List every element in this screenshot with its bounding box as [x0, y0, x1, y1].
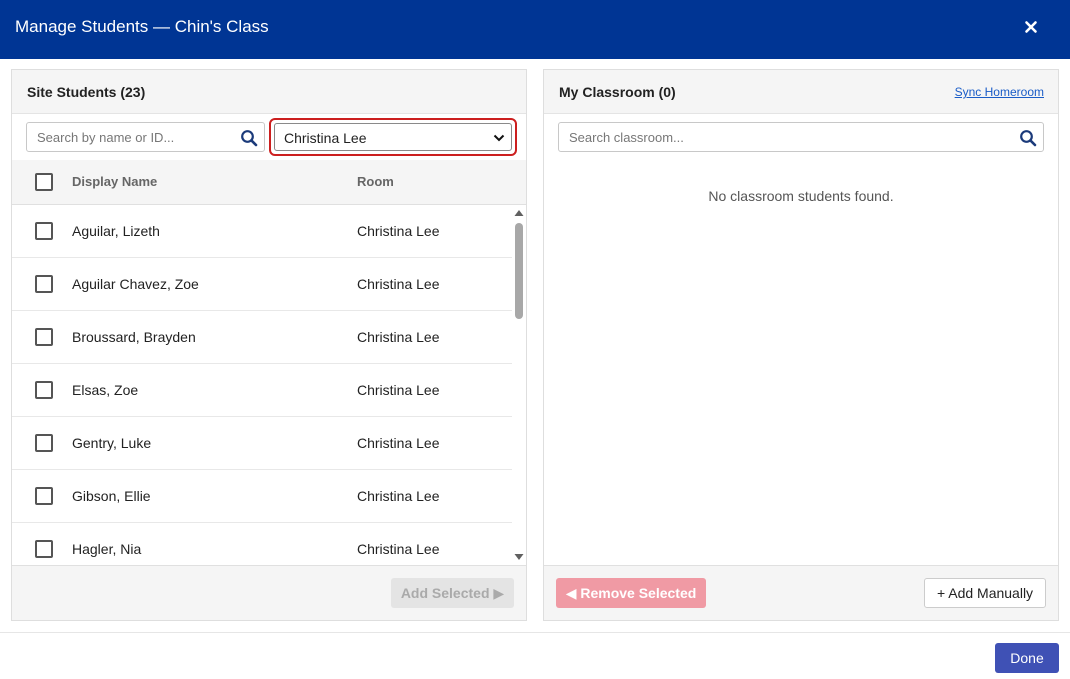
classroom-empty-message: No classroom students found. [708, 188, 894, 204]
student-room: Christina Lee [357, 382, 440, 398]
student-room: Christina Lee [357, 541, 440, 557]
room-filter-value: Christina Lee [284, 130, 367, 146]
student-name: Elsas, Zoe [72, 382, 139, 398]
sync-homeroom-link[interactable]: Sync Homeroom [955, 85, 1044, 99]
room-filter-highlight: Christina Lee [269, 118, 517, 156]
row-checkbox[interactable] [35, 434, 53, 452]
table-row[interactable]: Aguilar Chavez, Zoe Christina Lee [12, 258, 512, 311]
student-name: Aguilar, Lizeth [72, 223, 160, 239]
table-row[interactable]: Broussard, Brayden Christina Lee [12, 311, 512, 364]
table-row[interactable]: Elsas, Zoe Christina Lee [12, 364, 512, 417]
my-classroom-panel: My Classroom (0) Sync Homeroom No classr… [543, 69, 1059, 621]
dialog-header: Manage Students — Chin's Class [0, 0, 1070, 59]
add-selected-button[interactable]: Add Selected ▶ [391, 578, 514, 608]
classroom-search-input[interactable] [559, 123, 1043, 151]
add-manually-button[interactable]: + Add Manually [924, 578, 1046, 608]
select-all-checkbox[interactable] [35, 173, 53, 191]
classroom-search-box [558, 122, 1044, 152]
my-classroom-title: My Classroom (0) [559, 84, 676, 100]
row-checkbox[interactable] [35, 275, 53, 293]
my-classroom-footer: ◀ Remove Selected + Add Manually [544, 565, 1058, 620]
dialog-body: Site Students (23) Christina Lee Display… [0, 59, 1070, 632]
site-students-panel: Site Students (23) Christina Lee Display… [11, 69, 527, 621]
student-room: Christina Lee [357, 488, 440, 504]
close-button[interactable] [1024, 17, 1038, 35]
site-students-title: Site Students (23) [27, 84, 146, 100]
student-name: Broussard, Brayden [72, 329, 196, 345]
site-table-header: Display Name Room [12, 160, 526, 205]
site-students-footer: Add Selected ▶ [12, 565, 526, 620]
table-row[interactable]: Hagler, Nia Christina Lee [12, 523, 512, 565]
row-checkbox[interactable] [35, 328, 53, 346]
scroll-down-arrow-icon[interactable] [514, 553, 524, 561]
dialog-title: Manage Students — Chin's Class [15, 17, 269, 36]
site-students-header: Site Students (23) [12, 70, 526, 114]
row-checkbox[interactable] [35, 381, 53, 399]
site-search-box [26, 122, 265, 152]
student-room: Christina Lee [357, 276, 440, 292]
student-room: Christina Lee [357, 223, 440, 239]
chevron-down-icon [493, 134, 505, 142]
search-icon[interactable] [240, 129, 258, 147]
row-checkbox[interactable] [35, 222, 53, 240]
remove-selected-button[interactable]: ◀ Remove Selected [556, 578, 706, 608]
room-filter-select[interactable]: Christina Lee [274, 123, 512, 151]
search-icon[interactable] [1019, 129, 1037, 147]
dialog-footer: Done [0, 632, 1070, 679]
site-student-list: Aguilar, Lizeth Christina Lee Aguilar Ch… [12, 205, 512, 565]
scrollbar-thumb[interactable] [515, 223, 523, 319]
site-list-scrollbar[interactable] [512, 205, 526, 565]
student-name: Aguilar Chavez, Zoe [72, 276, 199, 292]
student-name: Gentry, Luke [72, 435, 152, 451]
table-row[interactable]: Gentry, Luke Christina Lee [12, 417, 512, 470]
my-classroom-header: My Classroom (0) Sync Homeroom [544, 70, 1058, 114]
row-checkbox[interactable] [35, 540, 53, 558]
student-room: Christina Lee [357, 329, 440, 345]
student-name: Gibson, Ellie [72, 488, 151, 504]
scroll-up-arrow-icon[interactable] [514, 209, 524, 217]
column-header-display-name[interactable]: Display Name [72, 174, 157, 189]
student-room: Christina Lee [357, 435, 440, 451]
table-row[interactable]: Gibson, Ellie Christina Lee [12, 470, 512, 523]
column-header-room[interactable]: Room [357, 174, 394, 189]
row-checkbox[interactable] [35, 487, 53, 505]
student-name: Hagler, Nia [72, 541, 142, 557]
close-icon [1025, 21, 1037, 33]
site-search-input[interactable] [27, 123, 264, 151]
done-button[interactable]: Done [995, 643, 1059, 673]
table-row[interactable]: Aguilar, Lizeth Christina Lee [12, 205, 512, 258]
